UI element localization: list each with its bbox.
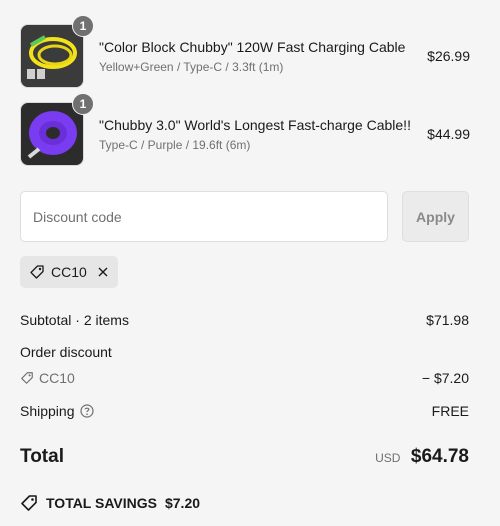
total-label: Total (20, 446, 64, 467)
yellow-cable-image (21, 25, 83, 87)
savings-value: $7.20 (164, 495, 201, 511)
discount-code-row: CC10 − $7.20 (20, 370, 469, 386)
order-summary: 1 "Color Block Chubby" 120W Fast Chargin… (0, 0, 500, 526)
subtotal-row: Subtotal · 2 items $71.98 (20, 312, 469, 328)
line-item: 1 "Chubby 3.0" World's Longest Fast-char… (20, 93, 470, 166)
product-price: $44.99 (427, 126, 470, 142)
shipping-value: FREE (431, 403, 469, 419)
tag-icon (30, 265, 44, 279)
product-price: $26.99 (427, 48, 470, 64)
product-thumbnail: 1 (20, 15, 94, 88)
shipping-label: Shipping (20, 403, 75, 419)
total-savings: TOTAL SAVINGS $7.20 (20, 494, 200, 512)
order-discount-row: Order discount (20, 344, 469, 360)
applied-discount-tag: CC10 (20, 256, 118, 288)
quantity-badge: 1 (72, 15, 94, 37)
product-variant: Type-C / Purple / 19.6ft (6m) (99, 137, 251, 152)
savings-tag-icon (21, 495, 37, 511)
discount-code-label: CC10 (39, 370, 75, 386)
applied-discount-code: CC10 (51, 264, 87, 280)
product-title: "Color Block Chubby" 120W Fast Charging … (99, 38, 406, 55)
product-variant: Yellow+Green / Type-C / 3.3ft (1m) (99, 59, 284, 74)
product-title: "Chubby 3.0" World's Longest Fast-charge… (99, 116, 411, 133)
tag-icon (21, 372, 33, 384)
product-thumbnail: 1 (20, 93, 94, 166)
currency-code: USD (375, 451, 401, 465)
discount-value: − $7.20 (421, 370, 469, 386)
help-icon[interactable] (79, 404, 94, 418)
order-discount-label: Order discount (20, 344, 112, 360)
subtotal-value: $71.98 (426, 312, 469, 328)
remove-discount-icon[interactable] (97, 266, 109, 278)
line-item: 1 "Color Block Chubby" 120W Fast Chargin… (20, 15, 470, 88)
quantity-badge: 1 (72, 93, 94, 115)
apply-discount-button[interactable]: Apply (402, 191, 469, 242)
savings-label: TOTAL SAVINGS (46, 495, 157, 511)
shipping-row: Shipping FREE (20, 403, 469, 419)
subtotal-label: Subtotal · 2 items (20, 312, 129, 328)
total-row: Total USD $64.78 (20, 446, 469, 468)
purple-cable-image (21, 103, 83, 165)
total-amount: $64.78 (410, 446, 469, 467)
discount-code-input[interactable] (20, 191, 388, 242)
